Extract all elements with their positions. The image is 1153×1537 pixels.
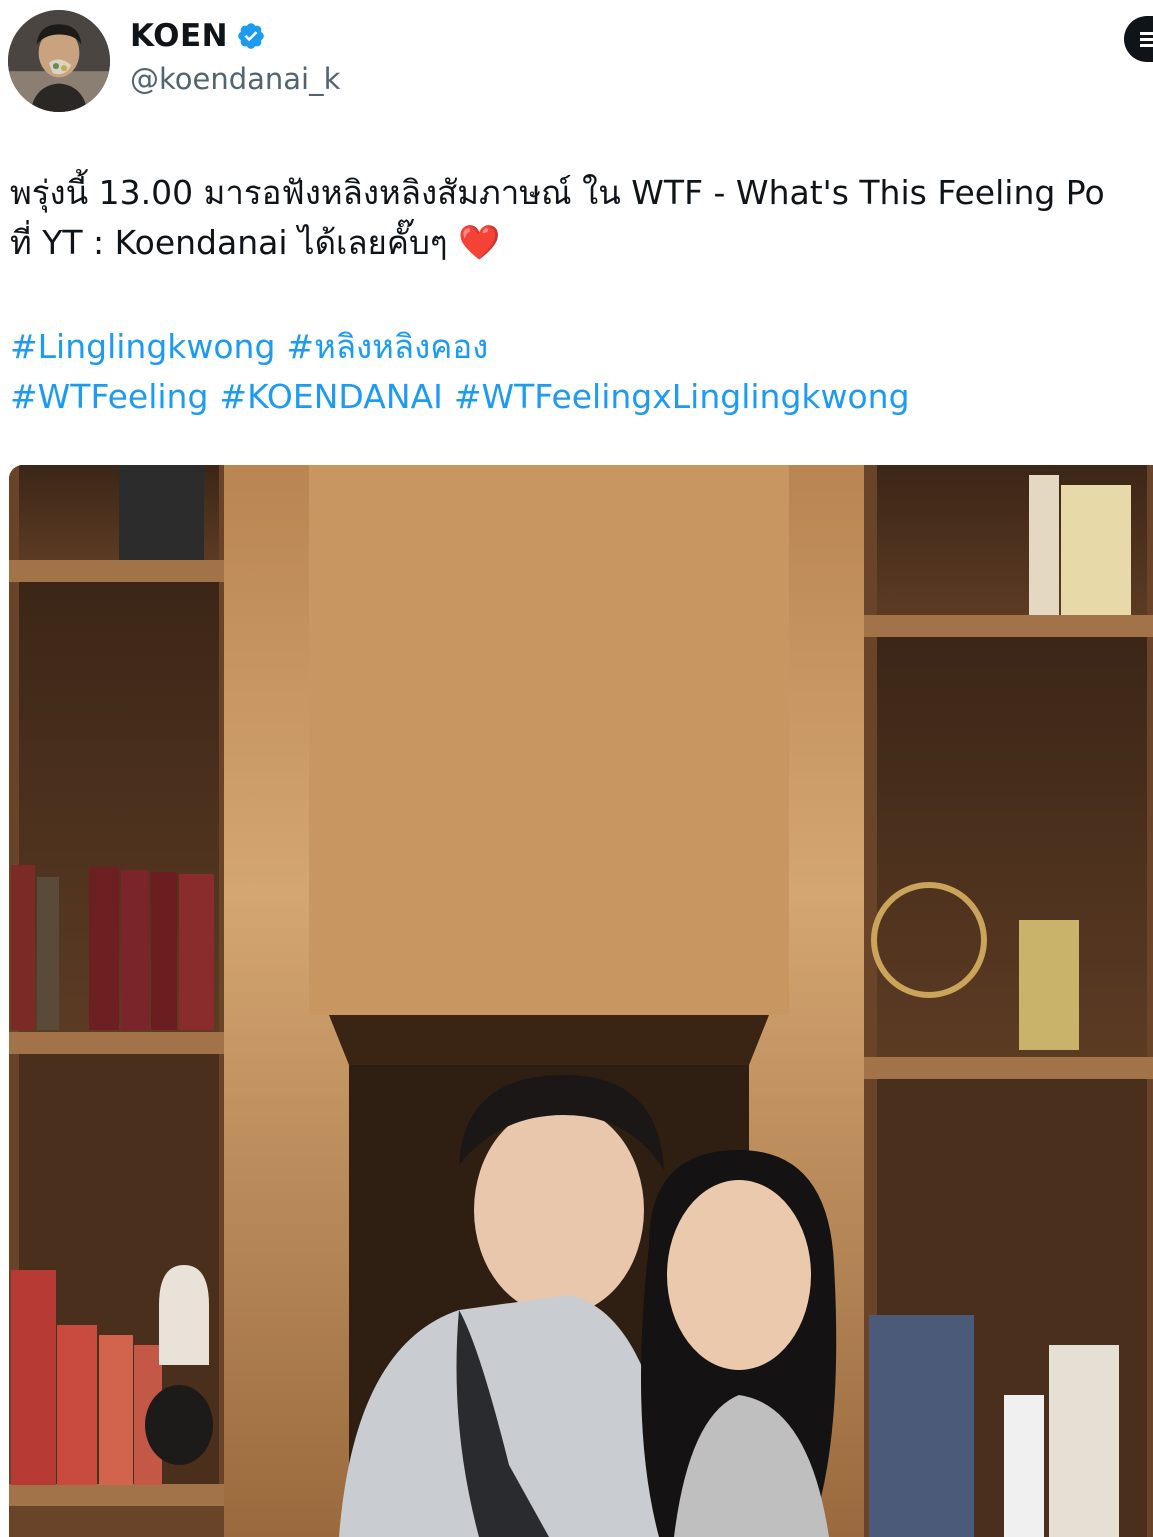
tweet-text-line-2-text: ที่ YT : Koendanai ได้เลยคั๊บๆ — [10, 223, 448, 262]
profile-photo-icon — [8, 10, 110, 112]
photo-image — [9, 465, 1153, 1537]
red-heart-emoji-icon: ❤️ — [458, 223, 501, 263]
hashtag-link[interactable]: #หลิงหลิงคอง — [286, 327, 488, 366]
hashtag-link[interactable]: #WTFeeling — [10, 377, 208, 416]
hashtag-block: #Linglingkwong #หลิงหลิงคอง #WTFeeling #KO… — [10, 322, 921, 422]
author-avatar[interactable] — [8, 10, 110, 112]
tweet-photo[interactable] — [9, 465, 1153, 1537]
author-handle[interactable]: @koendanai_k — [130, 62, 340, 96]
hashtag-link[interactable]: #Linglingkwong — [10, 327, 275, 366]
hashtag-line-2: #WTFeeling #KOENDANAI #WTFeelingxLinglingk… — [10, 372, 921, 422]
hashtag-link[interactable]: #KOENDANAI — [219, 377, 442, 416]
verified-badge-icon — [236, 21, 266, 51]
tweet-body: พรุ่งนี้ 13.00 มารอฟังหลิงหลิงสัมภาษณ์ ใ… — [10, 168, 1153, 268]
tweet-text-line-1: พรุ่งนี้ 13.00 มารอฟังหลิงหลิงสัมภาษณ์ ใ… — [10, 173, 1105, 212]
hashtag-link[interactable]: #WTFeelingxLinglingkwong — [454, 377, 910, 416]
tweet-header: KOEN @koendanai_k — [0, 0, 1153, 120]
tweet-text-line-2: ที่ YT : Koendanai ได้เลยคั๊บๆ ❤️ — [10, 218, 1153, 268]
hashtag-line-1: #Linglingkwong #หลิงหลิงคอง — [10, 322, 921, 372]
author-name-row: KOEN — [130, 18, 266, 54]
more-options-button[interactable] — [1124, 16, 1153, 62]
author-display-name[interactable]: KOEN — [130, 18, 228, 54]
more-options-icon — [1140, 32, 1153, 47]
